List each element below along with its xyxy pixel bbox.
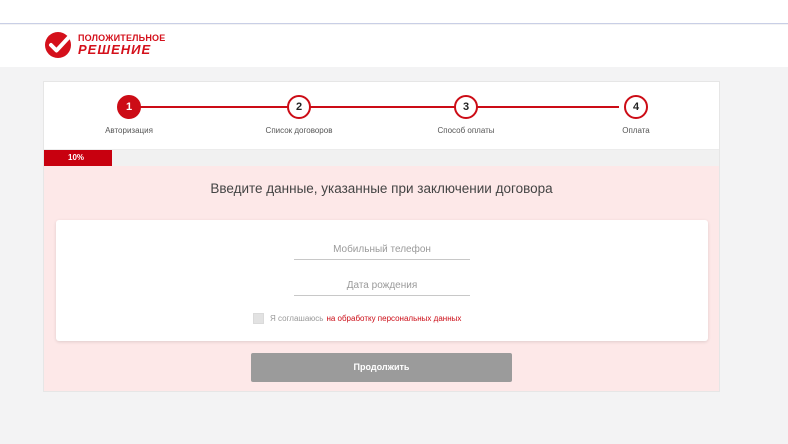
step-number-4: 4 — [624, 95, 648, 119]
progress-bar: 10% — [44, 149, 719, 166]
consent-text: Я соглашаюсь — [270, 313, 324, 323]
brand-logo[interactable]: ПОЛОЖИТЕЛЬНОЕ РЕШЕНИЕ — [44, 27, 194, 61]
step-label-1: Авторизация — [105, 126, 153, 135]
step-payment: 4 Оплата — [556, 95, 716, 135]
continue-button[interactable]: Продолжить — [251, 353, 512, 382]
birthdate-input[interactable]: Дата рождения — [294, 278, 470, 296]
payment-wizard-card: 1 Авторизация 2 Список договоров 3 Спосо… — [43, 81, 720, 392]
brand-name-line2: РЕШЕНИЕ — [78, 42, 152, 57]
form-headline: Введите данные, указанные при заключении… — [210, 181, 553, 196]
form-section: Введите данные, указанные при заключении… — [44, 166, 719, 391]
step-label-4: Оплата — [622, 126, 650, 135]
step-label-3: Способ оплаты — [437, 126, 495, 135]
stepper: 1 Авторизация 2 Список договоров 3 Спосо… — [44, 82, 719, 149]
consent-link[interactable]: на обработку персональных данных — [326, 314, 461, 323]
phone-input[interactable]: Мобильный телефон — [294, 242, 470, 260]
step-number-3: 3 — [454, 95, 478, 119]
form-box: Мобильный телефон Дата рождения Я соглаш… — [56, 220, 708, 341]
progress-fill: 10% — [44, 150, 112, 166]
stepper-line — [139, 106, 619, 108]
top-bar — [0, 0, 788, 24]
step-label-2: Список договоров — [265, 126, 333, 135]
step-number-2: 2 — [287, 95, 311, 119]
step-contracts: 2 Список договоров — [219, 95, 379, 135]
step-authorization: 1 Авторизация — [49, 95, 209, 135]
consent-row: Я соглашаюсь на обработку персональных д… — [253, 312, 461, 324]
step-payment-method: 3 Способ оплаты — [386, 95, 546, 135]
step-number-1: 1 — [117, 95, 141, 119]
checkmark-icon — [45, 32, 72, 58]
consent-checkbox[interactable] — [253, 312, 264, 324]
